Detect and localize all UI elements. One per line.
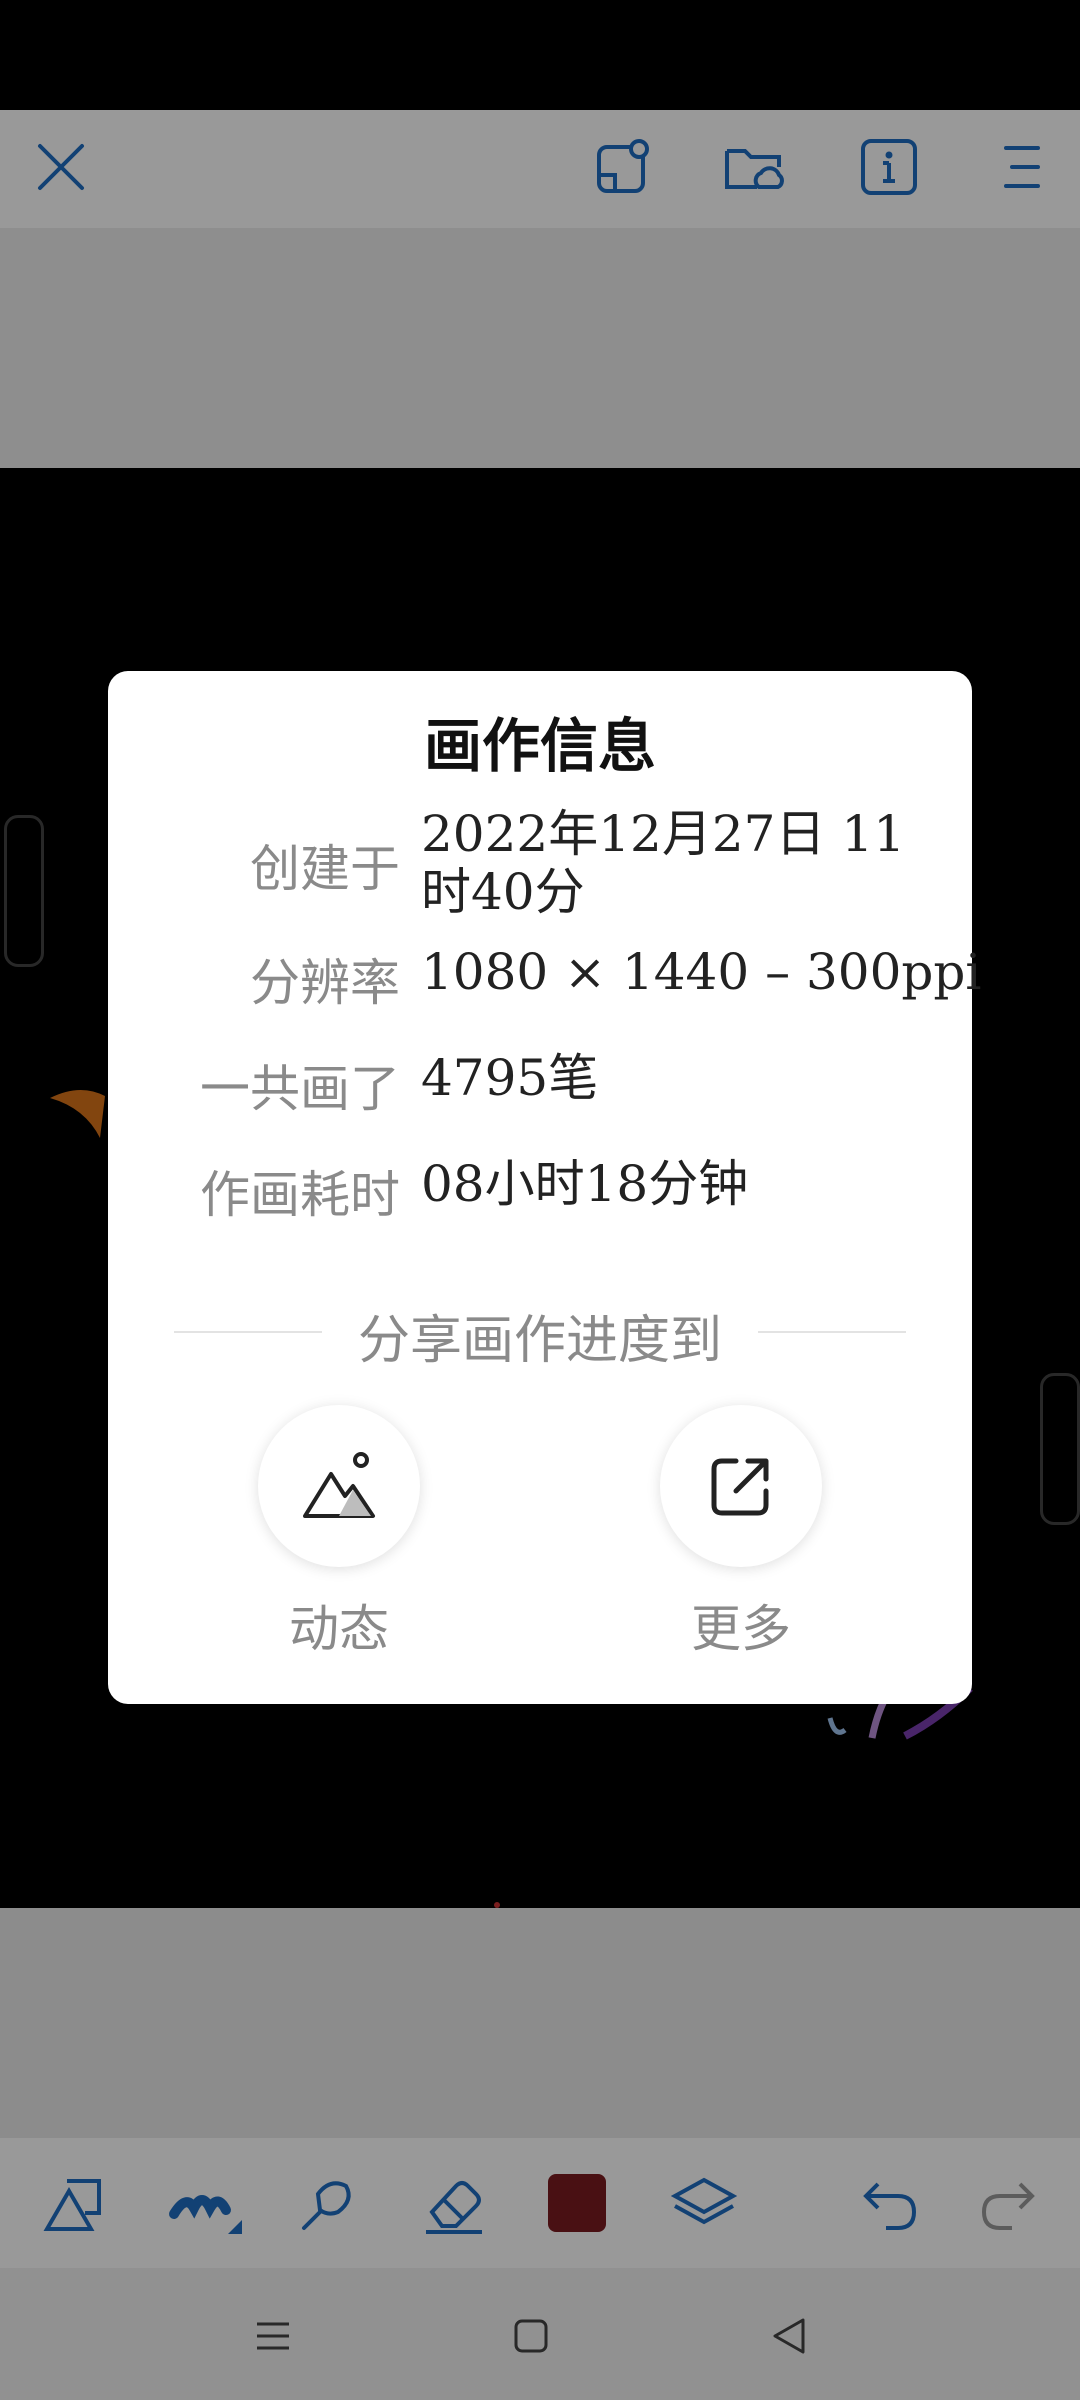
- strokes-value: 4795笔: [421, 1049, 599, 1107]
- dialog-title: 画作信息: [423, 712, 656, 780]
- duration-value: 08小时18分钟: [421, 1155, 749, 1213]
- resolution-value: 1080 × 1440 – 300ppi: [421, 943, 982, 1001]
- share-moments-label: 动态: [289, 1600, 389, 1658]
- share-section-title: 分享画作进度到: [357, 1311, 722, 1371]
- external-share-icon: [711, 1458, 769, 1516]
- share-more-button[interactable]: [660, 1405, 822, 1567]
- mountain-image-icon: [303, 1452, 375, 1518]
- strokes-label: 一共画了: [200, 1060, 400, 1118]
- created-value: 2022年12月27日 11时40分: [421, 805, 906, 921]
- share-moments-button[interactable]: [258, 1405, 420, 1567]
- status-bar: [0, 0, 1080, 110]
- created-label: 创建于: [250, 840, 400, 898]
- resolution-label: 分辨率: [250, 954, 400, 1012]
- share-more-label: 更多: [691, 1600, 791, 1658]
- duration-label: 作画耗时: [200, 1166, 400, 1224]
- artwork-info-dialog: 画作信息 创建于 2022年12月27日 11时40分 分辨率 1080 × 1…: [108, 671, 982, 1704]
